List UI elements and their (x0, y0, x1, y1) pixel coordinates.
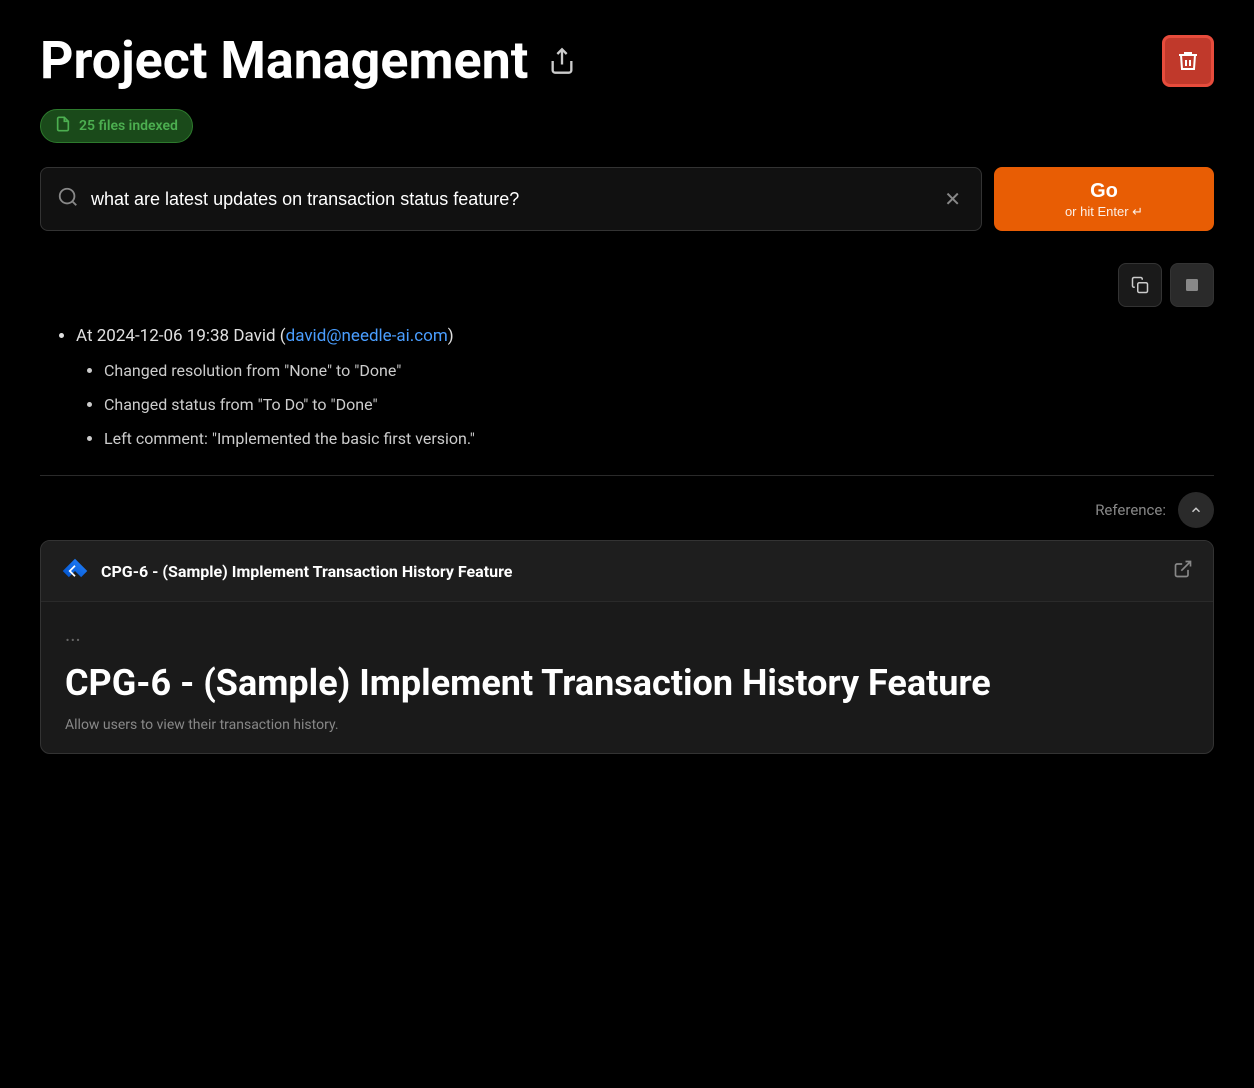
search-box: ✕ (40, 167, 982, 231)
reference-card: CPG-6 - (Sample) Implement Transaction H… (40, 540, 1214, 754)
ref-card-description: Allow users to view their transaction hi… (65, 717, 1189, 733)
sub-item-3: Left comment: "Implemented the basic fir… (104, 426, 1202, 452)
go-label: Go (1090, 178, 1118, 204)
files-indexed-badge: 25 files indexed (40, 109, 193, 143)
header: Project Management (40, 32, 1214, 89)
ref-card-body: ... CPG-6 - (Sample) Implement Transacti… (41, 602, 1213, 753)
reference-row: Reference: (40, 492, 1214, 528)
toggle-reference-button[interactable] (1178, 492, 1214, 528)
go-sub-label: or hit Enter ↵ (1065, 204, 1143, 221)
chevron-up-icon (1189, 503, 1203, 517)
email-link[interactable]: david@needle-ai.com (286, 326, 448, 346)
external-link-icon (1173, 559, 1193, 579)
ref-card-header: CPG-6 - (Sample) Implement Transaction H… (41, 541, 1213, 602)
clear-search-button[interactable]: ✕ (940, 183, 965, 216)
clear-icon: ✕ (944, 187, 961, 212)
ref-card-title-area: CPG-6 - (Sample) Implement Transaction H… (61, 557, 512, 585)
file-icon (55, 116, 71, 136)
result-sub-list: Changed resolution from "None" to "Done"… (76, 358, 1202, 451)
divider (40, 475, 1214, 476)
ref-card-main-title: CPG-6 - (Sample) Implement Transaction H… (65, 662, 1189, 705)
sub-item-2: Changed status from "To Do" to "Done" (104, 392, 1202, 418)
search-input[interactable] (91, 189, 928, 210)
page-title: Project Management (40, 32, 528, 89)
trash-icon (1176, 49, 1200, 73)
reference-label: Reference: (1095, 501, 1166, 519)
share-icon (548, 47, 576, 75)
title-area: Project Management (40, 32, 580, 89)
bullet-suffix: ) (448, 326, 454, 346)
sub-item-1: Changed resolution from "None" to "Done" (104, 358, 1202, 384)
action-buttons (40, 263, 1214, 307)
collapse-icon (1184, 277, 1200, 293)
search-icon (57, 186, 79, 213)
card-dots: ... (65, 622, 1189, 646)
copy-icon (1131, 276, 1149, 294)
copy-button[interactable] (1118, 263, 1162, 307)
result-area: At 2024-12-06 19:38 David (david@needle-… (40, 263, 1214, 754)
result-list-item: At 2024-12-06 19:38 David (david@needle-… (76, 323, 1202, 451)
result-content: At 2024-12-06 19:38 David (david@needle-… (40, 323, 1214, 451)
go-button[interactable]: Go or hit Enter ↵ (994, 167, 1214, 231)
ref-card-title: CPG-6 - (Sample) Implement Transaction H… (101, 562, 512, 581)
share-button[interactable] (544, 43, 580, 79)
search-row: ✕ Go or hit Enter ↵ (40, 167, 1214, 231)
result-list: At 2024-12-06 19:38 David (david@needle-… (52, 323, 1202, 451)
jira-icon (61, 557, 89, 585)
collapse-button[interactable] (1170, 263, 1214, 307)
delete-button[interactable] (1162, 35, 1214, 87)
external-link-button[interactable] (1173, 559, 1193, 584)
files-count-label: 25 files indexed (79, 118, 178, 134)
bullet-prefix: At 2024-12-06 19:38 David ( (76, 326, 286, 346)
